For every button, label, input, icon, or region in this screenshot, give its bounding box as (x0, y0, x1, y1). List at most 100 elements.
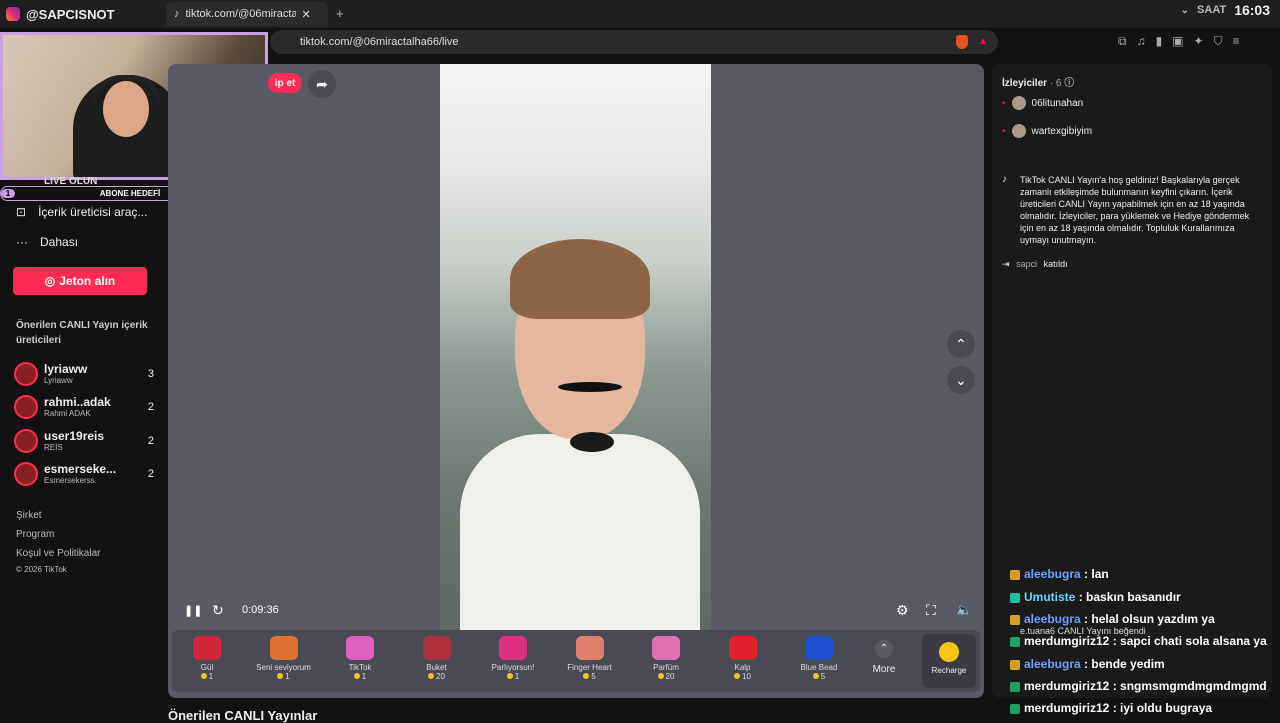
fullscreen-icon[interactable]: ⛶ (926, 602, 936, 619)
gift-name: Parlıyorsun! (491, 663, 535, 672)
gift-item[interactable]: Finger Heart 5 (555, 636, 625, 681)
footer-link[interactable]: Program (16, 529, 54, 540)
more-gifts-button[interactable]: ⌃ More (866, 640, 902, 675)
viewers-heading: İzleyiciler · 6 ⓘ (1002, 74, 1074, 89)
refresh-icon[interactable]: ↻ (212, 602, 224, 619)
gift-icon (422, 636, 451, 660)
gift-item[interactable]: Parfüm 20 (631, 636, 701, 681)
gift-icon (575, 636, 604, 660)
brave-shield-icon[interactable] (956, 35, 968, 49)
gift-price: 1 (325, 672, 395, 681)
viewer-count: 2 (147, 401, 154, 413)
chat-text: : baskın basanıdır (1078, 590, 1181, 604)
clock: ⌄ SAAT 16:03 (1181, 0, 1270, 20)
ai-icon[interactable]: ✦ (1194, 34, 1204, 49)
viewer-count: 2 (147, 468, 154, 480)
gift-item[interactable]: Parlıyorsun! 1 (478, 636, 548, 681)
gift-icon (346, 636, 374, 660)
join-message: ⇥ sapci katıldı (1002, 259, 1068, 270)
sidebar-icon[interactable]: ▮ (1156, 34, 1163, 49)
gift-price-value: 10 (742, 672, 751, 681)
gift-item[interactable]: Buket 20 (402, 636, 472, 681)
chat-user: merdumgiriz12 (1024, 701, 1110, 715)
get-coins-button[interactable]: ◎ Jeton alın (13, 267, 147, 295)
joined-user: sapci (1016, 259, 1038, 269)
tiktok-icon: ♪ (174, 8, 180, 20)
previous-live-button[interactable]: ⌃ (947, 330, 975, 358)
gift-icon (805, 636, 833, 660)
avatar (1011, 96, 1026, 110)
chat-text: : helal olsun yazdım ya (1084, 612, 1215, 626)
browser-tab[interactable]: ♪ tiktok.com/@06miractalha66 ✕ (166, 2, 328, 26)
more-label: More (872, 664, 896, 675)
gift-item[interactable]: Seni seviyorum 1 (249, 636, 319, 681)
creator-sub: Esmersekerss (44, 476, 95, 485)
subscriber-badge-icon (1010, 681, 1020, 692)
live-player: ip et ➦ ⌃ ⌄ ❚❚ ↻ 0:09:36 ⚙ ⛶ 🔈 Gül 1 Seni … (168, 64, 984, 698)
settings-icon[interactable]: ⚙ (896, 602, 909, 619)
sidebar-item-more[interactable]: ··· Dahası (16, 235, 78, 249)
gift-item[interactable]: TikTok 1 (325, 636, 395, 681)
gift-price: 10 (708, 672, 778, 681)
gift-name: Blue Bead (800, 663, 838, 672)
coin-icon: ◎ (44, 274, 56, 288)
chat-user: Umutiste (1024, 590, 1076, 604)
chat-user: aleebugra (1024, 612, 1081, 626)
coin-icon (812, 673, 819, 679)
coin-icon (734, 673, 741, 679)
gift-item[interactable]: Blue Bead 5 (784, 636, 854, 681)
tab-title: tiktok.com/@06miractalha66 (185, 8, 296, 20)
suggested-creator[interactable]: rahmi..adak Rahmi ADAK 2 (14, 392, 154, 422)
subscriber-badge-icon (1010, 703, 1020, 714)
music-icon[interactable]: ♫ (1137, 34, 1146, 49)
gift-name: TikTok (348, 663, 372, 672)
recharge-button[interactable]: Recharge (922, 634, 976, 688)
chat-text: : lan (1084, 567, 1109, 581)
share-icon[interactable]: ➦ (308, 70, 336, 98)
info-icon[interactable]: ⓘ (1064, 78, 1074, 89)
chat-text: : sapci chati sola alsana ya (1112, 634, 1267, 648)
player-controls: ❚❚ ↻ 0:09:36 ⚙ ⛶ 🔈 (168, 600, 984, 622)
footer-link[interactable]: Koşul ve Politikalar (16, 548, 100, 559)
footer-link[interactable]: Şirket (16, 510, 42, 521)
suggested-creator[interactable]: lyriaww Lyriaww 3 (14, 359, 154, 389)
sidebar-item-label: İçerik üreticisi araç... (38, 205, 148, 219)
wallet-icon[interactable]: ▣ (1172, 34, 1183, 49)
gift-price-value: 20 (665, 672, 675, 681)
sidebar-item-label: Dahası (40, 235, 79, 249)
chat-user: aleebugra (1024, 567, 1081, 581)
elapsed-time: 0:09:36 (242, 604, 279, 616)
gift-name: Parfüm (653, 663, 679, 672)
rewards-icon[interactable]: ▲ (978, 36, 988, 47)
gift-bar: Gül 1 Seni seviyorum 1 TikTok 1 Buket 20 Parlıyo… (172, 630, 980, 692)
gift-item[interactable]: Gül 1 (172, 636, 242, 681)
address-bar[interactable]: tiktok.com/@06miractalha66/live (270, 30, 998, 54)
gift-icon (728, 636, 757, 660)
recharge-label: Recharge (931, 666, 967, 675)
gift-item[interactable]: Kalp 10 (708, 636, 778, 681)
suggested-creator[interactable]: user19reis REİS 2 (14, 426, 154, 456)
avatar (1011, 124, 1026, 138)
gift-price: 1 (249, 672, 319, 681)
viewer-row[interactable]: • 06litunahan (1002, 96, 1083, 110)
sidebar-item-creator-tools[interactable]: ⊡ İçerik üreticisi araç... (16, 205, 147, 219)
vpn-icon[interactable]: ⛉ (1214, 34, 1223, 49)
gift-name: Finger Heart (567, 663, 612, 672)
brand-label: @SAPCISNOT (26, 6, 115, 22)
extension-icon[interactable]: ⧉ (1118, 34, 1127, 49)
volume-icon[interactable]: 🔈 (956, 602, 972, 618)
pause-icon[interactable]: ❚❚ (184, 604, 202, 617)
close-tab-icon[interactable]: ✕ (302, 8, 311, 21)
gift-icon (269, 636, 298, 660)
viewer-row[interactable]: • wartexgibiyim (1002, 124, 1092, 138)
next-live-button[interactable]: ⌄ (947, 366, 975, 394)
gift-price: 1 (478, 672, 548, 681)
suggested-creator[interactable]: esmerseke... Esmersekerss 2 (14, 459, 154, 489)
stream-brand: @SAPCISNOT (0, 0, 170, 28)
live-video[interactable] (440, 64, 711, 630)
menu-icon[interactable]: ≡ (1233, 34, 1240, 49)
new-tab-icon[interactable]: + (336, 6, 344, 21)
coin-icon (506, 673, 513, 679)
follow-button[interactable]: ip et (268, 73, 302, 93)
gift-price-value: 1 (361, 672, 367, 681)
